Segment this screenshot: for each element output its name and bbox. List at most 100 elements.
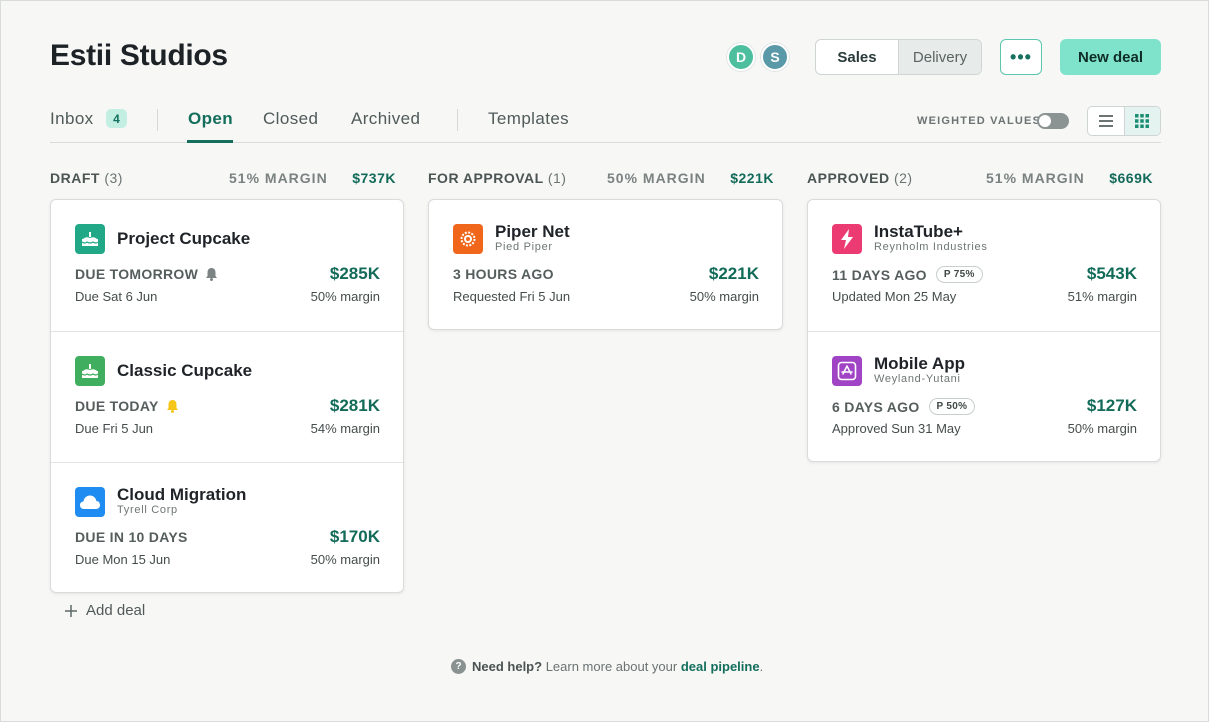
deal-value: $127K (1086, 396, 1137, 415)
deal-date: Approved Sun 31 May (832, 421, 961, 436)
draft-deals-card: Project Cupcake DUE TOMORROW Due Sat 6 J… (50, 199, 404, 593)
add-deal-button[interactable]: Add deal (64, 602, 145, 619)
deal-margin: 50% margin (1067, 421, 1137, 436)
approval-deals-card: Piper Net Pied Piper 3 HOURS AGO Request… (428, 199, 783, 330)
column-title: APPROVED (2) (807, 170, 913, 186)
app-store-icon (832, 356, 862, 386)
column-total: $669K (1109, 170, 1153, 186)
cloud-icon (75, 487, 105, 517)
delivery-button[interactable]: Delivery (898, 40, 981, 74)
help-strong: Need help? (472, 659, 543, 674)
deal-margin: 50% margin (310, 552, 380, 567)
inbox-count-badge: 4 (106, 109, 127, 128)
tab-divider (157, 109, 158, 131)
deal-value: $543K (1086, 264, 1137, 283)
deal-margin: 50% margin (310, 289, 380, 304)
deal-name: InstaTube+ (874, 222, 963, 241)
deal-name: Classic Cupcake (117, 361, 253, 380)
deal-margin: 54% margin (310, 421, 380, 436)
bell-icon (206, 268, 218, 281)
new-deal-button[interactable]: New deal (1060, 39, 1161, 75)
column-total: $221K (730, 170, 774, 186)
deal-value: $285K (329, 264, 380, 283)
column-margin: 51% MARGIN (986, 170, 1085, 186)
deal-company: Pied Piper (495, 241, 553, 253)
deal-date: Due Fri 5 Jun (75, 421, 154, 436)
avatar-d[interactable]: D (727, 43, 755, 71)
weighted-values-toggle[interactable] (1037, 113, 1069, 129)
probability-badge: P 50% (928, 398, 976, 415)
column-title: FOR APPROVAL (1) (428, 170, 567, 186)
column-margin: 51% MARGIN (229, 170, 328, 186)
tab-bar: Inbox 4 Open Closed Archived Templates W… (50, 105, 1161, 143)
tab-inbox[interactable]: Inbox (50, 109, 94, 129)
deal-date: Due Sat 6 Jun (75, 289, 158, 304)
tab-templates[interactable]: Templates (488, 109, 569, 129)
deal-date: Due Mon 15 Jun (75, 552, 171, 567)
cake-icon (75, 224, 105, 254)
column-margin: 50% MARGIN (607, 170, 706, 186)
deal-card[interactable]: Cloud Migration Tyrell Corp DUE IN 10 DA… (51, 462, 403, 593)
column-header-draft: DRAFT (3) 51% MARGIN $737K (50, 170, 396, 190)
deal-value: $281K (329, 396, 380, 415)
deal-company: Reynholm Industries (874, 241, 988, 253)
sales-delivery-toggle: Sales Delivery (815, 39, 982, 75)
deal-company: Tyrell Corp (117, 504, 178, 516)
deal-margin: 51% margin (1067, 289, 1137, 304)
deal-name: Project Cupcake (117, 229, 251, 248)
tab-open[interactable]: Open (188, 109, 233, 129)
sales-button[interactable]: Sales (816, 40, 898, 74)
probability-badge: P 75% (935, 266, 983, 283)
deal-date: Updated Mon 25 May (832, 289, 957, 304)
weighted-values-label: WEIGHTED VALUES (917, 115, 1042, 127)
column-title: DRAFT (3) (50, 170, 123, 186)
column-total: $737K (352, 170, 396, 186)
approved-deals-card: InstaTube+ Reynholm Industries 11 DAYS A… (807, 199, 1161, 462)
deal-card[interactable]: Project Cupcake DUE TOMORROW Due Sat 6 J… (51, 200, 403, 331)
deal-status: 3 HOURS AGO (453, 266, 554, 282)
column-header-for-approval: FOR APPROVAL (1) 50% MARGIN $221K (428, 170, 774, 190)
list-view-button[interactable] (1088, 107, 1124, 135)
deal-card[interactable]: InstaTube+ Reynholm Industries 11 DAYS A… (808, 200, 1160, 331)
deal-name: Cloud Migration (117, 485, 247, 504)
deal-status: DUE TOMORROW (75, 266, 218, 282)
deal-status: 6 DAYS AGO P 50% (832, 398, 976, 415)
grid-view-icon (1135, 114, 1150, 128)
view-mode-toggle (1087, 106, 1161, 136)
column-header-approved: APPROVED (2) 51% MARGIN $669K (807, 170, 1153, 190)
tab-divider (457, 109, 458, 131)
deal-value: $170K (329, 527, 380, 546)
more-options-button[interactable]: ••• (1000, 39, 1042, 75)
help-end: . (759, 659, 764, 674)
deal-card[interactable]: Classic Cupcake DUE TODAY Due Fri 5 Jun … (51, 331, 403, 462)
tab-closed[interactable]: Closed (263, 109, 318, 129)
help-body: Learn more about your (542, 659, 681, 674)
deal-card[interactable]: Mobile App Weyland-Yutani 6 DAYS AGO P 5… (808, 331, 1160, 462)
avatar-s[interactable]: S (761, 43, 789, 71)
deal-name: Mobile App (874, 354, 965, 373)
cake-icon (75, 356, 105, 386)
tab-archived[interactable]: Archived (351, 109, 420, 129)
deal-card[interactable]: Piper Net Pied Piper 3 HOURS AGO Request… (429, 200, 782, 331)
board-view-button[interactable] (1123, 107, 1160, 135)
active-tab-indicator (187, 140, 233, 143)
deal-margin: 50% margin (689, 289, 759, 304)
more-dots-icon: ••• (1010, 46, 1032, 67)
deal-name: Piper Net (495, 222, 570, 241)
plus-icon (65, 604, 77, 617)
help-icon: ? (451, 659, 466, 674)
deal-date: Requested Fri 5 Jun (453, 289, 571, 304)
gear-icon (453, 224, 483, 254)
bell-icon (166, 400, 178, 413)
help-text: ? Need help? Learn more about your deal … (451, 659, 763, 674)
deal-status: 11 DAYS AGO P 75% (832, 266, 983, 283)
deal-status: DUE TODAY (75, 398, 179, 414)
list-view-icon (1098, 115, 1113, 127)
bolt-icon (832, 224, 862, 254)
toggle-knob (1039, 115, 1051, 127)
deal-pipeline-link[interactable]: deal pipeline (681, 659, 760, 674)
page-title: Estii Studios (50, 39, 228, 72)
app-frame: Estii Studios D S Sales Delivery ••• New… (0, 0, 1209, 722)
add-deal-label: Add deal (86, 602, 146, 619)
deal-value: $221K (708, 264, 759, 283)
